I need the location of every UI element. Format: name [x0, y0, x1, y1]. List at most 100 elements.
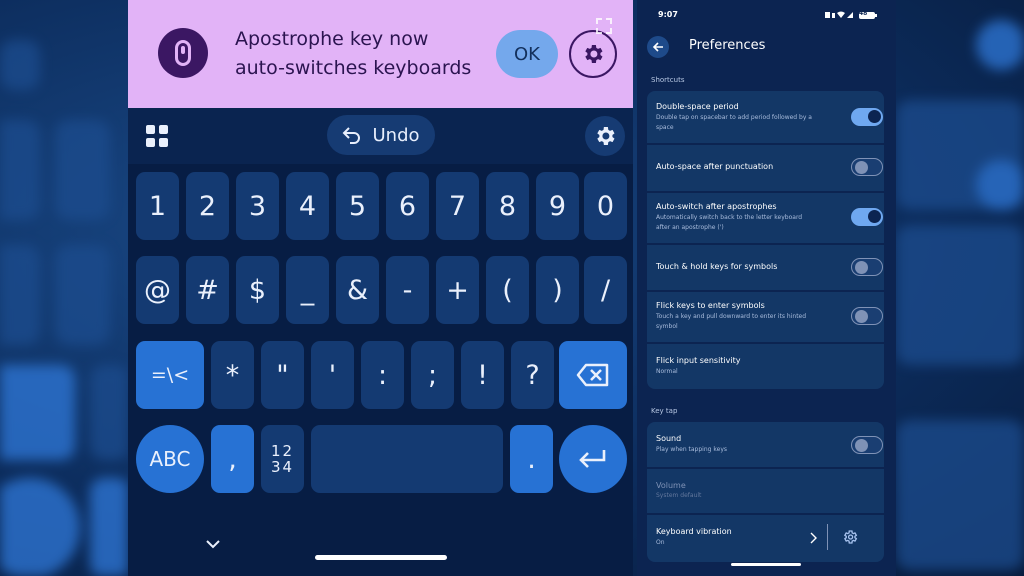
blurred-background-left: [0, 0, 128, 576]
key[interactable]: :: [361, 341, 404, 409]
chevron-right-icon[interactable]: [809, 532, 817, 544]
key[interactable]: ?: [511, 341, 554, 409]
setting-title: Flick input sensitivity: [656, 356, 741, 365]
key[interactable]: 0: [584, 172, 627, 240]
abc-key[interactable]: ABC: [136, 425, 204, 493]
gear-icon[interactable]: [842, 529, 858, 545]
key[interactable]: (: [486, 256, 529, 324]
setting-title: Sound: [656, 434, 682, 443]
blur-shape: [90, 478, 128, 576]
blur-shape: [0, 120, 40, 220]
blur-shape: [55, 120, 110, 220]
setting-title: Keyboard vibration: [656, 527, 732, 536]
blur-shape: [976, 20, 1024, 70]
key[interactable]: +: [436, 256, 479, 324]
key[interactable]: ': [311, 341, 354, 409]
key[interactable]: $: [236, 256, 279, 324]
setting-subtitle: Play when tapping keys: [656, 446, 727, 453]
screenshot-corner-icon: [596, 18, 612, 34]
numpad-label: 12 34: [271, 443, 294, 475]
chevron-down-icon[interactable]: [205, 538, 221, 550]
blur-shape: [0, 40, 40, 90]
key[interactable]: #: [186, 256, 229, 324]
key[interactable]: 4: [286, 172, 329, 240]
key[interactable]: !: [461, 341, 504, 409]
screenshot-stage: Apostrophe key now auto-switches keyboar…: [0, 0, 1024, 576]
setting-flick-keys[interactable]: Flick keys to enter symbols Touch a key …: [647, 292, 884, 342]
banner-ok-button[interactable]: OK: [496, 30, 558, 78]
gesture-bar[interactable]: [315, 555, 447, 560]
key[interactable]: 9: [536, 172, 579, 240]
comma-key[interactable]: ,: [211, 425, 254, 493]
backspace-icon: [576, 363, 609, 387]
key[interactable]: @: [136, 256, 179, 324]
undo-label: Undo: [372, 124, 420, 146]
page-title: Preferences: [689, 38, 766, 53]
key[interactable]: 8: [486, 172, 529, 240]
key[interactable]: 3: [236, 172, 279, 240]
flick-keys-toggle[interactable]: [851, 307, 883, 325]
undo-icon: [343, 127, 361, 144]
setting-subtitle: System default: [656, 492, 702, 499]
key[interactable]: _: [286, 256, 329, 324]
setting-title: Touch & hold keys for symbols: [656, 262, 778, 271]
setting-flick-sensitivity[interactable]: Flick input sensitivity Normal: [647, 344, 884, 389]
back-button[interactable]: [647, 36, 669, 58]
key[interactable]: 7: [436, 172, 479, 240]
setting-double-space-period[interactable]: Double-space period Double tap on spaceb…: [647, 92, 884, 143]
blur-shape: [896, 225, 1024, 365]
keyboard-settings-button[interactable]: [585, 116, 625, 156]
numpad-line-1: 12: [270, 442, 295, 460]
key[interactable]: 2: [186, 172, 229, 240]
key[interactable]: -: [386, 256, 429, 324]
banner-line-1: Apostrophe key now: [235, 28, 429, 50]
divider: [827, 524, 828, 550]
toggle-thumb: [855, 160, 868, 174]
feature-banner: Apostrophe key now auto-switches keyboar…: [128, 0, 633, 108]
status-time: 9:07: [658, 10, 678, 19]
setting-subtitle: Normal: [656, 368, 678, 375]
key[interactable]: 5: [336, 172, 379, 240]
setting-auto-switch-apostrophes[interactable]: Auto-switch after apostrophes Automatica…: [647, 193, 884, 243]
period-key[interactable]: .: [510, 425, 553, 493]
key[interactable]: 1: [136, 172, 179, 240]
auto-space-toggle[interactable]: [851, 158, 883, 176]
sound-toggle[interactable]: [851, 436, 883, 454]
blur-shape: [976, 160, 1024, 210]
setting-auto-space[interactable]: Auto-space after punctuation: [647, 145, 884, 191]
keyboard-switch-icon: [158, 28, 208, 78]
double-space-toggle[interactable]: [851, 108, 883, 126]
symbol-page-switch-key[interactable]: =\<: [136, 341, 204, 409]
delete-key[interactable]: [559, 341, 627, 409]
key[interactable]: ": [261, 341, 304, 409]
gesture-bar[interactable]: [731, 563, 801, 566]
section-header-shortcuts: Shortcuts: [651, 76, 685, 84]
touch-hold-toggle[interactable]: [851, 258, 883, 276]
setting-subtitle: Automatically switch back to the letter …: [656, 214, 803, 231]
banner-settings-button[interactable]: [569, 30, 617, 78]
setting-title: Auto-switch after apostrophes: [656, 202, 777, 211]
enter-key[interactable]: [559, 425, 627, 493]
gear-icon: [585, 45, 603, 63]
spacebar[interactable]: [311, 425, 503, 493]
key[interactable]: &: [336, 256, 379, 324]
key[interactable]: ;: [411, 341, 454, 409]
key[interactable]: 6: [386, 172, 429, 240]
status-icons: [825, 11, 877, 19]
numpad-key[interactable]: 12 34: [261, 425, 304, 493]
key[interactable]: /: [584, 256, 627, 324]
key[interactable]: ): [536, 256, 579, 324]
setting-subtitle: On: [656, 539, 665, 546]
blur-shape: [90, 365, 128, 460]
toggle-thumb: [868, 110, 881, 123]
setting-touch-hold-symbols[interactable]: Touch & hold keys for symbols: [647, 245, 884, 290]
grid-icon[interactable]: [145, 124, 169, 148]
setting-title: Flick keys to enter symbols: [656, 301, 765, 310]
auto-switch-toggle[interactable]: [851, 208, 883, 226]
key[interactable]: *: [211, 341, 254, 409]
setting-sound[interactable]: Sound Play when tapping keys: [647, 423, 884, 467]
undo-button[interactable]: Undo: [327, 115, 435, 155]
setting-subtitle: Touch a key and pull downward to enter i…: [656, 313, 807, 330]
banner-line-2: auto-switches keyboards: [235, 57, 472, 79]
gear-icon: [597, 127, 615, 145]
